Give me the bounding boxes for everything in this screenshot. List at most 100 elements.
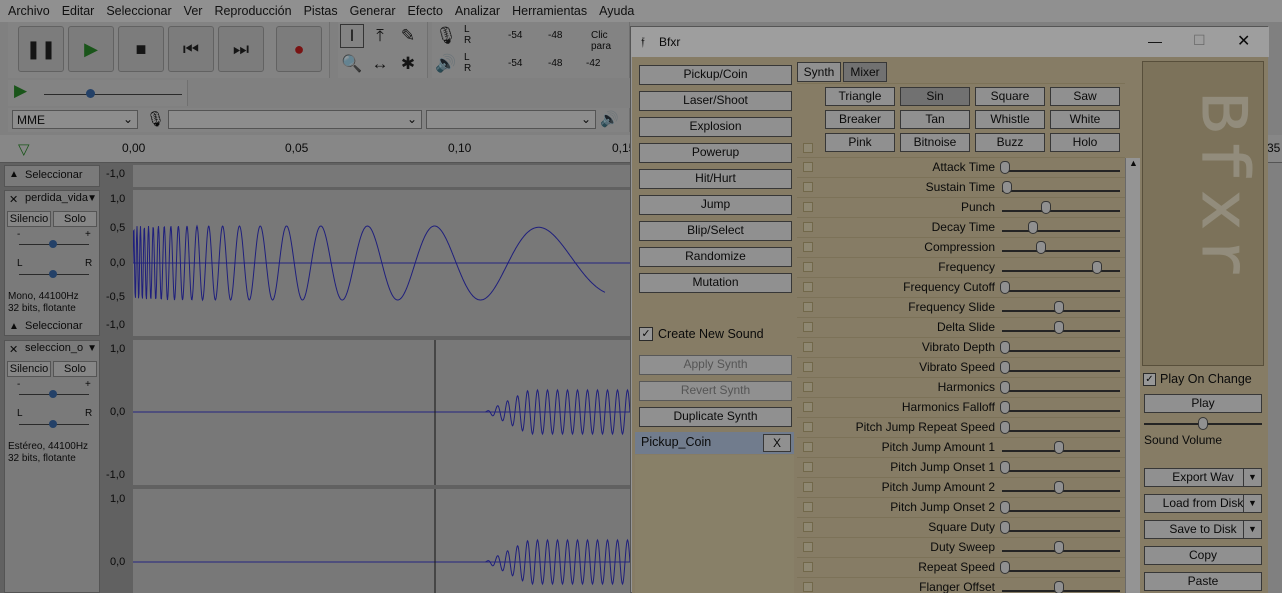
param-slider-knob[interactable] — [1041, 201, 1052, 214]
apply-synth-button[interactable]: Apply Synth — [639, 355, 792, 375]
stop-button[interactable]: ■ — [118, 26, 164, 72]
menu-ayuda[interactable]: Ayuda — [593, 0, 640, 22]
play-button[interactable]: Play — [1144, 394, 1262, 413]
channels-select[interactable]: ⌄ — [426, 110, 596, 129]
menu-efecto[interactable]: Efecto — [401, 0, 448, 22]
sound-list-item[interactable]: Pickup_Coin X — [635, 432, 794, 454]
gain-slider-knob[interactable] — [49, 240, 57, 248]
lock-icon[interactable] — [803, 462, 813, 472]
menu-reproduccion[interactable]: Reproducción — [208, 0, 297, 22]
param-slider-knob[interactable] — [1035, 241, 1046, 254]
param-slider-knob[interactable] — [1028, 221, 1039, 234]
wave-button-white[interactable]: White — [1050, 110, 1120, 129]
draw-tool-icon[interactable]: ✎ — [396, 24, 420, 48]
chevron-down-icon[interactable]: ▼ — [87, 193, 97, 204]
param-slider-knob[interactable] — [1091, 261, 1102, 274]
load-from-disk-button[interactable]: Load from Disk ▼ — [1144, 494, 1262, 513]
lock-icon[interactable] — [803, 322, 813, 332]
close-track-icon[interactable]: ✕ — [9, 343, 18, 356]
scroll-up-icon[interactable]: ▲ — [1129, 158, 1138, 168]
duplicate-synth-button[interactable]: Duplicate Synth — [639, 407, 792, 427]
wave-button-tan[interactable]: Tan — [900, 110, 970, 129]
param-slider-knob[interactable] — [1000, 381, 1010, 394]
menu-editar[interactable]: Editar — [56, 0, 101, 22]
generator-button-blip-select[interactable]: Blip/Select — [639, 221, 792, 241]
pan-slider-knob[interactable] — [49, 420, 57, 428]
wave-button-holo[interactable]: Holo — [1050, 133, 1120, 152]
lock-icon[interactable] — [803, 262, 813, 272]
lock-icon[interactable] — [803, 402, 813, 412]
waveform-area-track1[interactable] — [132, 190, 630, 336]
multi-tool-icon[interactable]: ✱ — [396, 52, 420, 76]
microphone-icon[interactable]: 🎙 — [434, 24, 458, 48]
menu-seleccionar[interactable]: Seleccionar — [100, 0, 177, 22]
generator-button-randomize[interactable]: Randomize — [639, 247, 792, 267]
param-slider-knob[interactable] — [1000, 281, 1010, 294]
track-name[interactable]: perdida_vida — [25, 192, 88, 204]
param-slider-knob[interactable] — [1054, 581, 1064, 593]
wave-button-breaker[interactable]: Breaker — [825, 110, 895, 129]
lock-icon[interactable] — [803, 282, 813, 292]
save-to-disk-button[interactable]: Save to Disk ▼ — [1144, 520, 1262, 539]
param-slider-knob[interactable] — [1000, 361, 1010, 374]
play-on-change-checkbox[interactable]: ✓ — [1143, 373, 1156, 386]
generator-button-powerup[interactable]: Powerup — [639, 143, 792, 163]
export-wav-button[interactable]: Export Wav ▼ — [1144, 468, 1262, 487]
skip-end-button[interactable]: ⏭ — [218, 26, 264, 72]
lock-icon[interactable] — [803, 162, 813, 172]
lock-icon[interactable] — [803, 562, 813, 572]
solo-button[interactable]: Solo — [53, 211, 97, 227]
lock-icon[interactable] — [803, 202, 813, 212]
close-icon[interactable]: ✕ — [1237, 31, 1250, 51]
wave-button-bitnoise[interactable]: Bitnoise — [900, 133, 970, 152]
solo-button[interactable]: Solo — [53, 361, 97, 377]
generator-button-mutation[interactable]: Mutation — [639, 273, 792, 293]
wave-button-sin[interactable]: Sin — [900, 87, 970, 106]
mute-button[interactable]: Silencio — [7, 361, 51, 377]
chevron-down-icon[interactable]: ▼ — [87, 343, 97, 354]
envelope-tool-icon[interactable]: ⤒ — [368, 24, 392, 48]
lock-icon[interactable] — [803, 342, 813, 352]
chevron-down-icon[interactable]: ▼ — [1243, 521, 1261, 538]
lock-icon[interactable] — [803, 482, 813, 492]
param-slider-knob[interactable] — [1000, 461, 1010, 474]
param-slider-knob[interactable] — [1054, 541, 1064, 554]
copy-button[interactable]: Copy — [1144, 546, 1262, 565]
paste-button[interactable]: Paste — [1144, 572, 1262, 591]
select-track-button[interactable]: Seleccionar — [25, 320, 82, 332]
select-track-button[interactable]: Seleccionar — [25, 169, 82, 181]
pan-slider-knob[interactable] — [49, 270, 57, 278]
param-slider-knob[interactable] — [1000, 561, 1010, 574]
generator-button-explosion[interactable]: Explosion — [639, 117, 792, 137]
param-slider-knob[interactable] — [1002, 181, 1013, 194]
waveform-area-track2-right[interactable] — [133, 489, 631, 593]
close-track-icon[interactable]: ✕ — [9, 193, 18, 206]
generator-button-jump[interactable]: Jump — [639, 195, 792, 215]
param-slider-knob[interactable] — [1000, 521, 1010, 534]
record-meter-hint[interactable]: Clic para — [591, 30, 629, 52]
tab-mixer[interactable]: Mixer — [843, 62, 887, 82]
collapse-icon[interactable]: ▲ — [9, 321, 19, 332]
tab-synth[interactable]: Synth — [797, 62, 841, 82]
selection-tool-icon[interactable]: I — [340, 24, 364, 48]
lock-icon[interactable] — [803, 182, 813, 192]
param-slider-knob[interactable] — [1054, 481, 1064, 494]
create-new-sound-checkbox[interactable]: ✓ — [639, 327, 653, 341]
play-at-speed-icon[interactable]: ▶ — [14, 81, 27, 101]
mute-button[interactable]: Silencio — [7, 211, 51, 227]
lock-icon[interactable] — [803, 382, 813, 392]
generator-button-pickup-coin[interactable]: Pickup/Coin — [639, 65, 792, 85]
lock-icon[interactable] — [803, 582, 813, 592]
generator-button-laser-shoot[interactable]: Laser/Shoot — [639, 91, 792, 111]
lock-icon[interactable] — [803, 362, 813, 372]
delete-sound-button[interactable]: X — [763, 434, 791, 452]
param-slider-knob[interactable] — [1000, 501, 1010, 514]
menu-pistas[interactable]: Pistas — [298, 0, 344, 22]
speaker-icon[interactable]: 🔊 — [434, 52, 458, 76]
lock-icon[interactable] — [803, 242, 813, 252]
volume-slider-knob[interactable] — [1198, 417, 1208, 430]
audio-host-select[interactable]: MME ⌄ — [12, 110, 138, 129]
chevron-down-icon[interactable]: ▼ — [1243, 495, 1261, 512]
menu-analizar[interactable]: Analizar — [449, 0, 506, 22]
param-slider-knob[interactable] — [1000, 421, 1010, 434]
